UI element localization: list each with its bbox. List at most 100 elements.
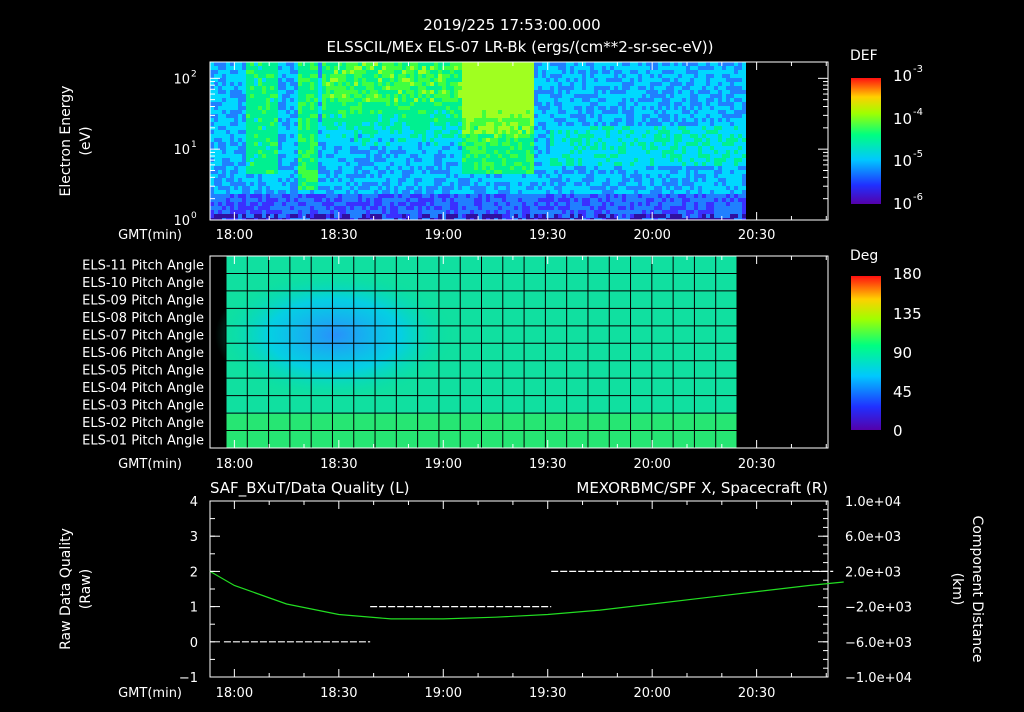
- energy-cell: [698, 114, 702, 118]
- energy-cell: [434, 102, 438, 106]
- energy-cell: [526, 70, 530, 74]
- energy-cell: [466, 162, 470, 166]
- energy-cell: [486, 154, 490, 158]
- energy-cell: [494, 122, 498, 126]
- energy-cell: [686, 182, 690, 186]
- energy-cell: [690, 138, 694, 142]
- energy-cell: [582, 154, 586, 158]
- energy-cell: [698, 62, 702, 66]
- energy-cell: [506, 98, 510, 102]
- energy-cell: [254, 94, 258, 98]
- energy-cell: [682, 86, 686, 90]
- energy-cell: [446, 170, 450, 174]
- energy-cell: [378, 118, 382, 122]
- energy-cell: [698, 130, 702, 134]
- energy-cell: [278, 130, 282, 134]
- energy-cell: [406, 98, 410, 102]
- energy-cell: [530, 210, 534, 214]
- energy-cell: [342, 74, 346, 78]
- energy-cell: [346, 118, 350, 122]
- energy-cell: [478, 98, 482, 102]
- energy-cell: [574, 158, 578, 162]
- energy-cell: [246, 82, 250, 86]
- energy-cell: [562, 62, 566, 66]
- energy-cell: [278, 158, 282, 162]
- energy-cell: [278, 210, 282, 214]
- energy-cell: [582, 70, 586, 74]
- energy-cell: [582, 186, 586, 190]
- energy-cell: [362, 74, 366, 78]
- energy-cell: [354, 90, 358, 94]
- energy-cell: [242, 90, 246, 94]
- energy-cell: [578, 138, 582, 142]
- energy-cell: [446, 106, 450, 110]
- energy-cell: [258, 154, 262, 158]
- energy-cell: [542, 70, 546, 74]
- energy-cell: [610, 210, 614, 214]
- energy-cell: [454, 114, 458, 118]
- energy-cell: [654, 158, 658, 162]
- energy-cell: [342, 166, 346, 170]
- energy-cell: [230, 186, 234, 190]
- energy-cell: [226, 126, 230, 130]
- energy-cell: [498, 142, 502, 146]
- energy-cell: [494, 198, 498, 202]
- energy-cell: [306, 182, 310, 186]
- energy-cell: [234, 90, 238, 94]
- energy-cell: [262, 66, 266, 70]
- energy-cell: [382, 62, 386, 66]
- energy-cell: [602, 82, 606, 86]
- energy-cell: [586, 74, 590, 78]
- energy-cell: [406, 102, 410, 106]
- energy-cell: [294, 90, 298, 94]
- energy-cell: [274, 122, 278, 126]
- energy-cell: [514, 114, 518, 118]
- energy-cell: [378, 86, 382, 90]
- energy-cell: [430, 150, 434, 154]
- energy-cell: [230, 90, 234, 94]
- energy-cell: [554, 70, 558, 74]
- energy-cell: [506, 62, 510, 66]
- energy-cell: [334, 62, 338, 66]
- energy-cell: [518, 170, 522, 174]
- energy-cell: [538, 206, 542, 210]
- energy-cell: [542, 198, 546, 202]
- energy-cell: [294, 78, 298, 82]
- energy-cell: [406, 186, 410, 190]
- energy-cell: [562, 198, 566, 202]
- energy-cell: [402, 210, 406, 214]
- energy-cell: [254, 214, 258, 218]
- energy-cell: [694, 134, 698, 138]
- energy-cell: [430, 210, 434, 214]
- energy-cell: [310, 130, 314, 134]
- energy-cell: [566, 130, 570, 134]
- energy-cell: [702, 206, 706, 210]
- energy-cell: [402, 142, 406, 146]
- energy-cell: [430, 126, 434, 130]
- energy-cell: [534, 178, 538, 182]
- energy-cell: [654, 86, 658, 90]
- energy-cell: [254, 194, 258, 198]
- energy-cell: [598, 66, 602, 70]
- energy-cell: [558, 210, 562, 214]
- energy-cell: [334, 106, 338, 110]
- energy-cell: [630, 174, 634, 178]
- energy-cell: [382, 70, 386, 74]
- energy-cell: [546, 142, 550, 146]
- energy-cell: [434, 82, 438, 86]
- energy-cell: [358, 190, 362, 194]
- energy-cell: [414, 214, 418, 218]
- energy-cell: [438, 118, 442, 122]
- energy-cell: [242, 154, 246, 158]
- energy-cell: [470, 134, 474, 138]
- energy-cell: [270, 214, 274, 218]
- energy-cell: [706, 98, 710, 102]
- energy-cell: [266, 194, 270, 198]
- energy-cell: [590, 194, 594, 198]
- energy-cell: [350, 82, 354, 86]
- energy-cell: [626, 154, 630, 158]
- energy-cell: [462, 134, 466, 138]
- energy-cell: [526, 166, 530, 170]
- energy-cell: [462, 202, 466, 206]
- energy-cell: [306, 126, 310, 130]
